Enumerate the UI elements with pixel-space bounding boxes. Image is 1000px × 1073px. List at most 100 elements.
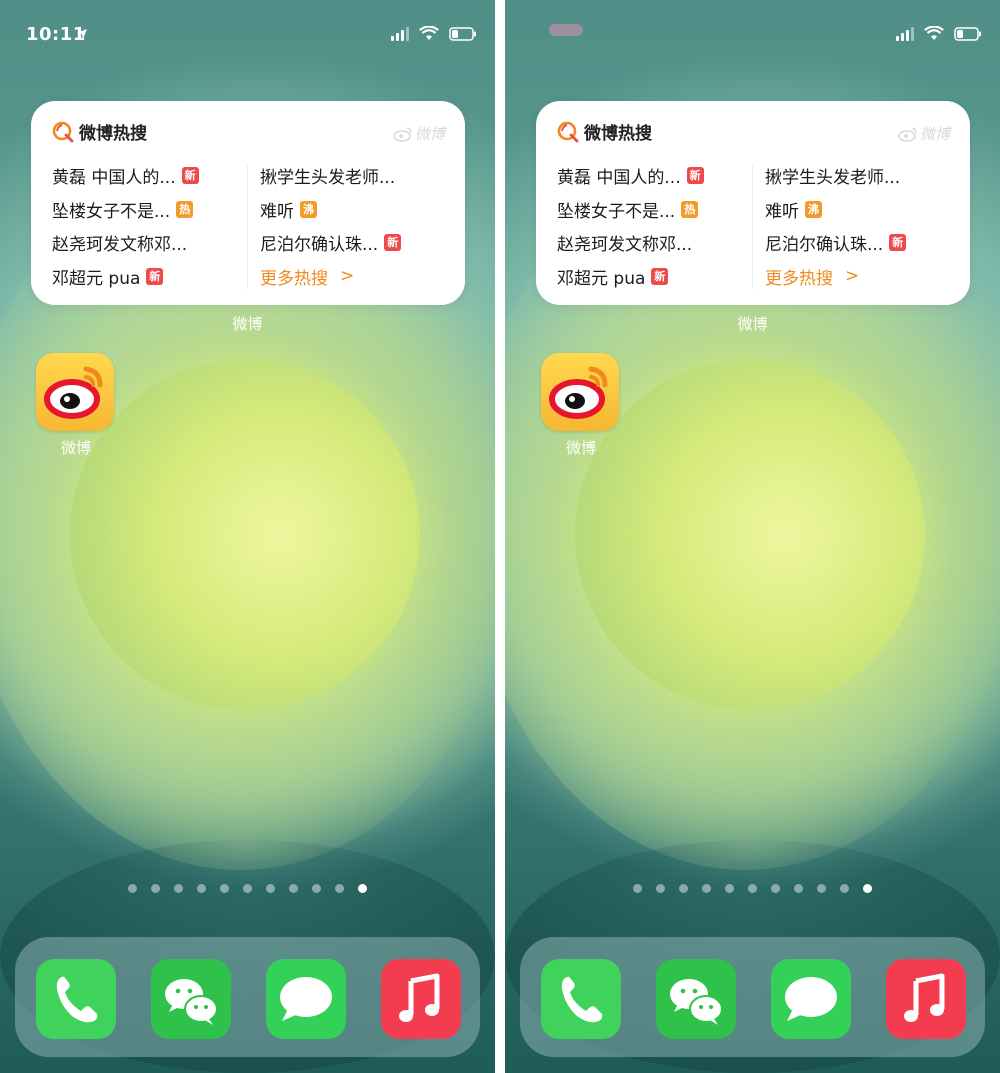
weibo-app[interactable]: 微博 [541,353,621,458]
music-icon [886,959,966,1039]
hot-search-item[interactable]: 尼泊尔确认珠... 新 [765,226,955,260]
hot-search-logo-icon [557,121,579,142]
hot-search-item-text: 坠楼女子不是... [557,201,676,222]
page-dot[interactable] [725,884,734,893]
page-dot[interactable] [633,884,642,893]
widget-header: 微博热搜 [51,119,147,144]
hot-search-item-text: 邓超元 pua [52,268,141,289]
widget-header: 微博热搜 [556,119,652,144]
page-dot[interactable] [128,884,137,893]
hot-search-logo-icon [52,121,74,142]
weibo-watermark: 微博 [393,123,445,144]
page-dot-active[interactable] [863,884,872,893]
hot-search-item[interactable]: 黄磊 中国人的... 新 [52,159,242,193]
phone-app[interactable] [36,959,116,1039]
hot-badge: 热 [176,200,194,218]
page-dot-active[interactable] [358,884,367,893]
status-indicators [391,26,477,41]
hot-search-item[interactable]: 揪学生头发老师... [765,159,955,193]
widget-title: 微博热搜 [584,124,652,144]
hot-search-item-text: 揪学生头发老师... [260,168,396,189]
wallpaper-sphere [70,360,420,710]
page-dot[interactable] [289,884,298,893]
hot-search-item[interactable]: 赵尧珂发文称邓... [557,226,747,260]
music-app[interactable] [886,959,966,1039]
hot-search-column-left: 黄磊 中国人的... 新 坠楼女子不是... 热 赵尧珂发文称邓... 邓超元 pu… [52,159,242,293]
hot-search-item[interactable]: 黄磊 中国人的... 新 [557,159,747,193]
hot-search-item[interactable]: 尼泊尔确认珠... 新 [260,226,450,260]
page-dot[interactable] [817,884,826,893]
hot-search-item[interactable]: 邓超元 pua 新 [557,260,747,294]
page-dot[interactable] [335,884,344,893]
page-dot[interactable] [748,884,757,893]
panel-divider [495,0,505,1073]
hot-search-item-text: 邓超元 pua [557,268,646,289]
page-dot[interactable] [702,884,711,893]
column-divider [247,165,248,289]
page-indicator[interactable] [0,884,495,893]
weibo-hot-search-widget[interactable]: 微博热搜 微博 黄磊 中国人的... 新 坠楼女子不是... 热 赵尧珂发文称邓..… [31,101,465,305]
page-dot[interactable] [151,884,160,893]
messages-app[interactable] [771,959,851,1039]
new-badge: 新 [146,267,164,285]
hot-search-item[interactable]: 赵尧珂发文称邓... [52,226,242,260]
music-icon [381,959,461,1039]
hot-search-item[interactable]: 揪学生头发老师... [260,159,450,193]
new-badge: 新 [181,167,199,185]
weibo-hot-search-widget[interactable]: 微博热搜 微博 黄磊 中国人的... 新 坠楼女子不是... 热 赵尧珂发文称邓..… [536,101,970,305]
page-dot[interactable] [794,884,803,893]
wechat-icon [151,959,231,1039]
page-dot[interactable] [174,884,183,893]
page-dot[interactable] [771,884,780,893]
hot-search-item[interactable]: 难听沸 [765,193,955,227]
app-label: 微博 [60,439,91,457]
page-dot[interactable] [840,884,849,893]
page-indicator[interactable] [505,884,1000,893]
wifi-icon [924,26,944,41]
page-dot[interactable] [679,884,688,893]
app-label: 微博 [565,439,596,457]
page-dot[interactable] [197,884,206,893]
new-badge: 新 [889,234,907,252]
new-badge: 新 [384,234,402,252]
more-hot-search-link[interactable]: 更多热搜 > [765,260,955,294]
hot-search-item-text: 坠楼女子不是... [52,201,171,222]
page-dot[interactable] [220,884,229,893]
widget-watermark-text: 微博 [919,125,950,143]
phone-icon [36,959,116,1039]
phone-icon [541,959,621,1039]
weibo-app[interactable]: 微博 [36,353,116,458]
messages-app[interactable] [266,959,346,1039]
wechat-app[interactable] [656,959,736,1039]
hot-search-item[interactable]: 难听沸 [260,193,450,227]
more-hot-search-link[interactable]: 更多热搜 > [260,260,450,294]
widget-caption: 微博 [737,315,768,333]
phone-app[interactable] [541,959,621,1039]
new-badge: 新 [686,167,704,185]
cellular-signal-icon [391,26,409,41]
status-bar: 10:11 [0,0,495,70]
boiling-badge: 沸 [805,200,822,218]
hot-search-item-text: 难听 [260,201,294,222]
page-dot[interactable] [656,884,665,893]
page-dot[interactable] [312,884,321,893]
music-app[interactable] [381,959,461,1039]
hot-search-item-text: 黄磊 中国人的... [52,168,176,189]
hot-search-column-right: 揪学生头发老师... 难听沸 尼泊尔确认珠... 新 更多热搜 > [260,159,450,293]
wechat-app[interactable] [151,959,231,1039]
hot-badge: 热 [681,200,699,218]
battery-icon [449,26,477,41]
hot-search-item[interactable]: 坠楼女子不是... 热 [557,193,747,227]
hot-search-item[interactable]: 邓超元 pua 新 [52,260,242,294]
wallpaper-sphere [575,360,925,710]
page-dot[interactable] [243,884,252,893]
messages-icon [771,959,851,1039]
dock [520,937,985,1057]
page-dot[interactable] [266,884,275,893]
hot-search-item-text: 赵尧珂发文称邓... [52,235,188,256]
more-hot-search-label: 更多热搜 [765,268,833,289]
hot-search-column-left: 黄磊 中国人的... 新 坠楼女子不是... 热 赵尧珂发文称邓... 邓超元 pu… [557,159,747,293]
home-screen-left: 10:11 微博热搜 微博 黄磊 中国人的... 新 坠楼女子不是... 热 赵… [0,0,495,1073]
messages-icon [266,959,346,1039]
hot-search-item[interactable]: 坠楼女子不是... 热 [52,193,242,227]
